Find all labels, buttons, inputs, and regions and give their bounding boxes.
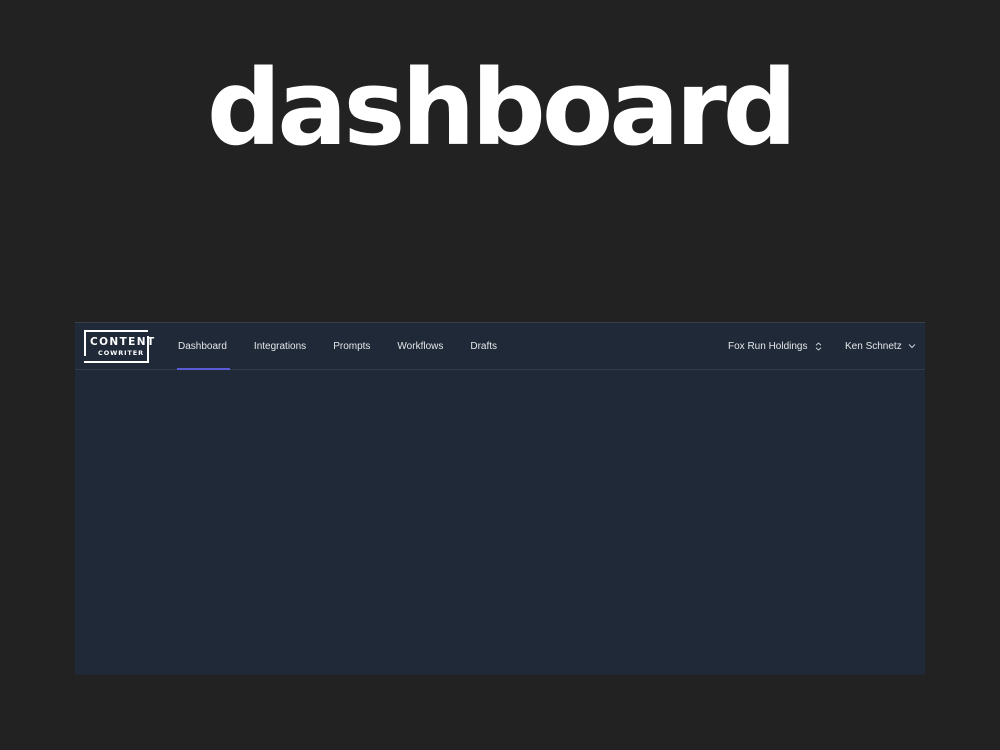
main-nav: Dashboard Integrations Prompts Workflows… — [175, 323, 521, 370]
content-cowriter-logo[interactable]: CONTENT COWRITER — [84, 330, 154, 363]
tab-prompts[interactable]: Prompts — [330, 323, 373, 369]
app-window: CONTENT COWRITER Dashboard Integrations … — [75, 322, 925, 675]
chevron-up-down-icon — [816, 341, 822, 351]
org-switcher[interactable]: Fox Run Holdings — [728, 323, 822, 369]
logo-text-line2: COWRITER — [98, 349, 144, 357]
tab-label: Dashboard — [178, 340, 227, 352]
chevron-down-icon — [908, 344, 916, 349]
tab-label: Integrations — [253, 340, 307, 352]
top-navbar: CONTENT COWRITER Dashboard Integrations … — [75, 323, 925, 370]
org-switcher-label: Fox Run Holdings — [728, 340, 808, 352]
logo-text-line1: CONTENT — [90, 336, 156, 348]
user-menu-label: Ken Schnetz — [845, 340, 902, 352]
tab-integrations[interactable]: Integrations — [251, 323, 309, 369]
tab-label: Drafts — [470, 340, 498, 352]
main-content-area — [75, 370, 925, 675]
tab-dashboard[interactable]: Dashboard — [175, 323, 230, 370]
page-headline: dashboard — [206, 47, 797, 169]
tab-drafts[interactable]: Drafts — [467, 323, 500, 369]
user-menu[interactable]: Ken Schnetz — [845, 323, 916, 369]
tab-workflows[interactable]: Workflows — [394, 323, 446, 369]
tab-label: Workflows — [397, 340, 444, 352]
tab-label: Prompts — [333, 340, 371, 352]
